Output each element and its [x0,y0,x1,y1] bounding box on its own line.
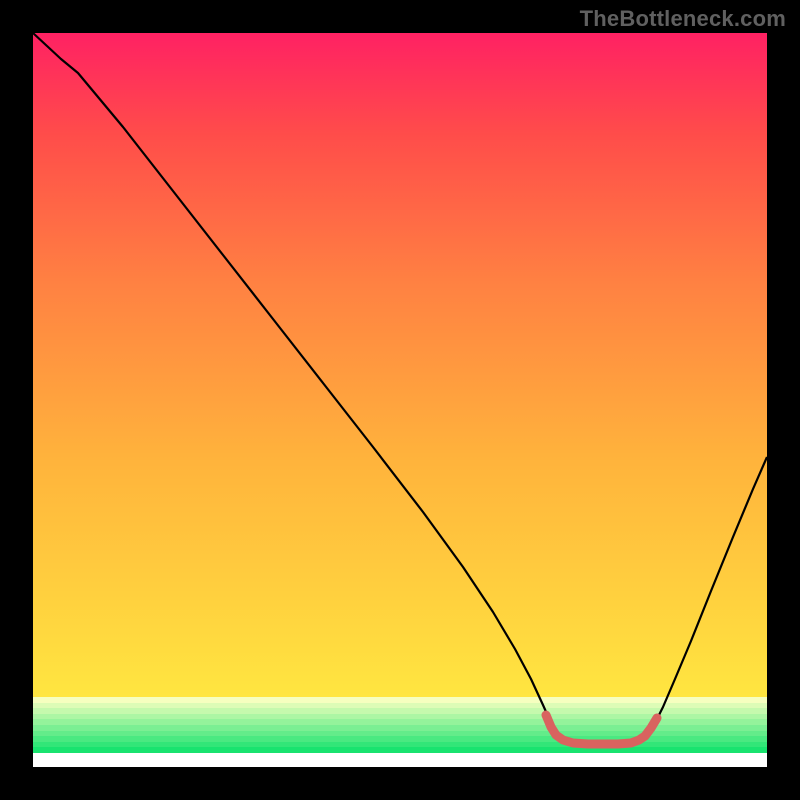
plot-area [33,33,767,767]
curve-layer [33,33,767,767]
bottleneck-curve [33,33,767,744]
watermark-text: TheBottleneck.com [580,6,786,32]
chart-frame: TheBottleneck.com [0,0,800,800]
pink-highlight [546,715,657,744]
